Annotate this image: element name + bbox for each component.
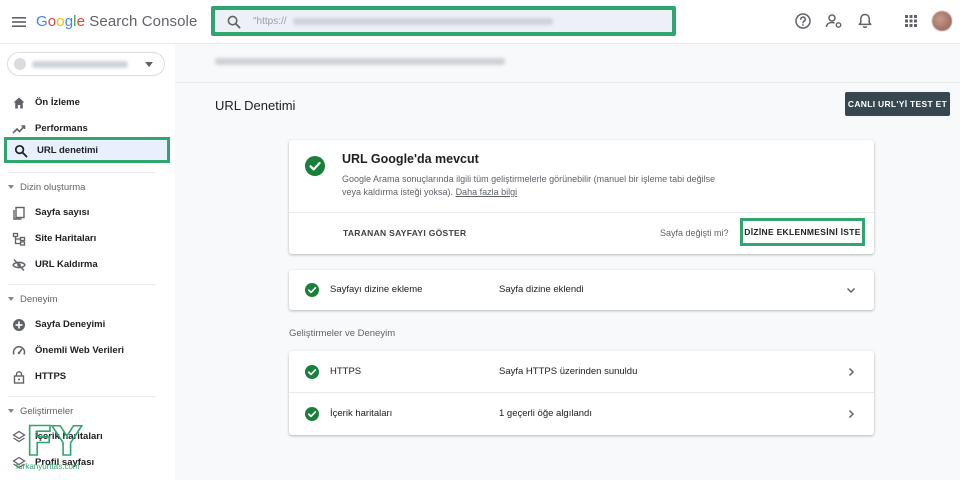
caret-down-icon [145,62,153,67]
request-indexing-label: DİZİNE EKLENMESİNİ İSTE [744,227,861,237]
blurred-url [292,17,553,25]
inspected-url-breadcrumb [215,58,505,65]
view-crawled-page-button[interactable]: TARANAN SAYFAYI GÖSTER [343,228,466,238]
indexing-row[interactable]: Sayfayı dizine ekleme Sayfa dizine eklen… [289,270,874,310]
watermark-site: furkanyurttas.com [16,462,80,471]
url-inspect-search-bar[interactable]: "https:// [211,6,676,36]
manage-accounts-icon[interactable] [825,12,843,30]
chevron-right-icon[interactable] [845,408,857,420]
page-changed-question: Sayfa değişti mi? [660,228,729,238]
test-live-url-button[interactable]: CANLI URL'Yİ TEST ET [845,92,950,116]
logo-letter: o [47,13,57,30]
collapse-arrow-icon [8,409,14,414]
menu-icon[interactable] [10,13,28,31]
sidebar-item-url-inspection[interactable]: URL denetimi [4,137,170,163]
sidebar-section-indexing[interactable]: Dizin oluşturma [8,182,85,193]
home-icon [13,97,25,109]
chevron-down-icon[interactable] [845,284,857,296]
check-circle-icon [305,407,319,421]
speed-icon [12,345,26,355]
collapse-arrow-icon [8,185,14,190]
top-app-bar: Google Search Console "https:// [0,0,960,44]
sidebar-item-label: Önemli Web Verileri [35,345,125,356]
check-circle-icon [305,283,319,297]
sidebar-divider [8,396,156,397]
enhancements-header: Geliştirmeler ve Deneyim [289,328,396,339]
apps-icon[interactable] [904,14,918,28]
notifications-icon[interactable] [856,12,874,30]
row-value: 1 geçerli öğe algılandı [499,408,592,419]
sidebar-item-label: Sayfa sayısı [35,207,90,218]
enhancement-row-breadcrumbs[interactable]: İçerik haritaları 1 geçerli öğe algıland… [289,393,874,435]
search-input[interactable]: "https:// [253,16,553,27]
section-title: Geliştirmeler [20,406,74,417]
sidebar-item-overview[interactable]: Ön İzleme [0,90,175,116]
sidebar-section-experience[interactable]: Deneyim [8,294,58,305]
sidebar-divider [8,172,156,173]
sidebar-item-core-web-vitals[interactable]: Önemli Web Verileri [0,338,175,364]
sidebar-item-label: Site Haritaları [35,233,97,244]
sitemap-icon [12,232,26,246]
status-description-text: Google Arama sonuçlarında ilgili tüm gel… [342,174,716,197]
search-icon [227,15,241,29]
sidebar-item-label: URL denetimi [37,145,99,156]
status-title: URL Google'da mevcut [342,152,479,166]
sidebar-item-sitemaps[interactable]: Site Haritaları [0,226,175,252]
sidebar-item-https[interactable]: HTTPS [0,364,175,390]
sidebar-section-enhancements[interactable]: Geliştirmeler [8,406,73,417]
sidebar: Ön İzleme Performans URL denetimi Dizin … [0,44,175,480]
request-indexing-button[interactable]: DİZİNE EKLENMESİNİ İSTE [740,218,865,246]
enhancement-row-https[interactable]: HTTPS Sayfa HTTPS üzerinden sunuldu [289,351,874,393]
help-icon[interactable] [794,12,812,30]
section-title: Dizin oluşturma [20,182,86,193]
sidebar-item-label: Performans [35,123,88,134]
row-label: HTTPS [330,366,362,377]
row-value: Sayfa dizine eklendi [499,284,584,295]
row-value: Sayfa HTTPS üzerinden sunuldu [499,366,638,377]
search-input-value: "https:// [253,16,287,27]
lock-icon [13,371,25,384]
status-description: Google Arama sonuçlarında ilgili tüm gel… [342,173,732,199]
sidebar-item-label: URL Kaldırma [35,259,98,270]
logo-letter: o [56,13,65,30]
property-favicon [14,58,26,70]
sidebar-item-label: Sayfa Deneyimi [35,319,106,330]
sidebar-item-pages[interactable]: Sayfa sayısı [0,200,175,226]
sidebar-item-removals[interactable]: URL Kaldırma [0,252,175,278]
page-title: URL Denetimi [215,98,296,113]
layers-icon [12,430,26,443]
app-logo[interactable]: Google Search Console [36,13,197,30]
pages-icon [13,206,25,220]
blurred-property-name [32,61,128,68]
main-content: URL Denetimi CANLI URL'Yİ TEST ET URL Go… [175,44,960,480]
sidebar-item-page-experience[interactable]: Sayfa Deneyimi [0,312,175,338]
header-divider [175,82,960,83]
chevron-right-icon[interactable] [845,366,857,378]
row-label: Sayfayı dizine ekleme [330,284,423,295]
logo-letter: g [64,13,74,30]
section-title: Deneyim [20,294,58,305]
sidebar-item-label: Ön İzleme [35,97,80,108]
sidebar-item-label: HTTPS [35,371,67,382]
row-label: İçerik haritaları [330,408,393,419]
search-icon [14,144,28,158]
learn-more-link[interactable]: Daha fazla bilgi [456,187,518,197]
logo-product-name: Search Console [85,13,198,30]
logo-letter: e [76,13,86,30]
add-circle-icon [13,319,25,331]
enhancements-card: HTTPS Sayfa HTTPS üzerinden sunuldu İçer… [289,351,874,435]
check-circle-icon [305,365,319,379]
trending-up-icon [12,125,26,134]
avatar[interactable] [932,11,952,31]
watermark-logo: FY [25,419,82,465]
card-divider [289,212,874,213]
visibility-off-icon [12,259,26,271]
collapse-arrow-icon [8,297,14,302]
property-selector[interactable] [7,52,165,76]
check-circle-icon [305,156,325,176]
url-status-card: URL Google'da mevcut Google Arama sonuçl… [289,140,874,254]
sidebar-divider [8,284,156,285]
logo-letter: G [36,13,48,30]
